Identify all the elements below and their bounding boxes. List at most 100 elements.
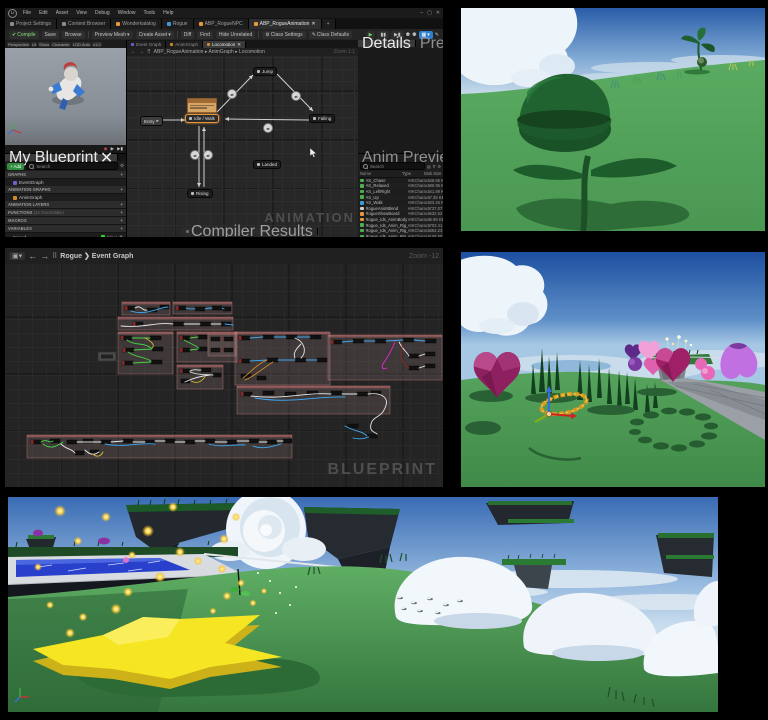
asset-row[interactable]: Rogue_Ids_Anim_Rig_RHIKCharacte…108.58 K…: [358, 234, 443, 237]
state-idle-walk[interactable]: Idle / Walk: [185, 114, 219, 123]
asset-row[interactable]: AS_UpHIKCharacte…7.35 KB: [358, 194, 443, 200]
add-function-icon[interactable]: +: [121, 210, 123, 215]
viewport-show-button[interactable]: Show: [38, 42, 50, 47]
variables-section-header[interactable]: VARIABLES+: [5, 225, 126, 233]
new-tab-button[interactable]: +: [322, 19, 336, 29]
menu-help[interactable]: Help: [161, 10, 175, 16]
asset-row[interactable]: RogueAnimBlendHIKCharacte…737.07 KB: [358, 206, 443, 212]
transition-rising-idle[interactable]: ⇄: [203, 150, 213, 160]
save-button[interactable]: Save: [42, 31, 59, 39]
filter-icon[interactable]: ∇: [433, 164, 436, 169]
class-settings-button[interactable]: ⚙Class Settings: [262, 31, 305, 39]
breadcrumb[interactable]: Rogue ❯ Event Graph: [60, 252, 133, 260]
state-machine-graph[interactable]: Entry▸ Idle / Walk Jump Falling Landed R…: [127, 56, 359, 237]
compile-button[interactable]: ✔Compile: [9, 31, 39, 39]
graphs-section-header[interactable]: GRAPHS+: [5, 171, 126, 179]
viewport-star-scene[interactable]: [8, 497, 718, 712]
create-asset-button[interactable]: Create Asset▾: [136, 31, 174, 39]
add-variable-icon[interactable]: +: [121, 226, 123, 231]
preview-scene-settings-tab[interactable]: Preview Scene Se…: [416, 40, 443, 47]
details-tab[interactable]: Details: [358, 40, 416, 47]
transition-idle-rising[interactable]: ⇄: [190, 150, 200, 160]
back-icon[interactable]: ←: [28, 251, 37, 261]
eject-person-icon[interactable]: ⚉: [412, 32, 416, 38]
menu-asset[interactable]: Asset: [54, 10, 71, 16]
eventgraph-item[interactable]: EventGraph: [5, 179, 126, 186]
close-icon[interactable]: ✕: [436, 10, 440, 16]
add-button[interactable]: + Add: [7, 163, 24, 170]
asset-row[interactable]: AS_WalkHIKCharacte…33.46 KB: [358, 200, 443, 206]
maximize-icon[interactable]: ▢: [427, 10, 432, 16]
animation-graphs-section-header[interactable]: ANIMATION GRAPHS+: [5, 186, 126, 194]
back-icon[interactable]: ←: [131, 49, 136, 55]
state-jump[interactable]: Jump: [253, 67, 277, 76]
to-end-icon[interactable]: ▶▮: [117, 146, 123, 152]
transition-jump-falling[interactable]: ⇄: [291, 91, 301, 101]
settings-gear-icon[interactable]: ⚙: [120, 163, 124, 169]
menu-debug[interactable]: Debug: [93, 10, 112, 16]
asset-row[interactable]: AS_ChaseHIKCharacte…46.55 KB: [358, 178, 443, 184]
add-macro-icon[interactable]: +: [121, 218, 123, 223]
event-graph-canvas[interactable]: BLUEPRINT: [5, 264, 443, 487]
viewport-character-button[interactable]: Character: [51, 42, 71, 47]
forward-icon[interactable]: →: [40, 251, 49, 261]
tab-animgraph[interactable]: AnimGraph: [166, 41, 203, 48]
state-rising[interactable]: Rising: [187, 189, 213, 198]
add-graph-icon[interactable]: +: [121, 172, 123, 177]
find-button[interactable]: Find: [197, 31, 213, 39]
asset-row[interactable]: Rogue_Ids_AnimBodyHIKCharacte…6.99 KB: [358, 217, 443, 223]
tab-event-graph[interactable]: Event Graph: [127, 41, 166, 48]
tab-content-browser[interactable]: Content Browser: [57, 19, 111, 29]
add-animgraph-icon[interactable]: +: [121, 187, 123, 192]
tab-project-settings[interactable]: Project Settings: [5, 19, 57, 29]
state-landed[interactable]: Landed: [253, 160, 281, 169]
entry-node[interactable]: Entry▸: [140, 116, 163, 126]
preview-mesh-button[interactable]: Preview Mesh▾: [92, 31, 133, 39]
visibility-eye-icon[interactable]: ◉: [119, 234, 123, 237]
browse-button[interactable]: Browse: [62, 31, 85, 39]
macros-section-header[interactable]: MACROS+: [5, 217, 126, 225]
transition-falling-idle[interactable]: ⇄: [263, 123, 273, 133]
diff-button[interactable]: Diff: [181, 31, 194, 39]
menu-file[interactable]: File: [21, 10, 33, 16]
unreal-logo-icon[interactable]: U: [8, 9, 17, 18]
variable-row-speed[interactable]: SpeedFloat◉: [5, 233, 126, 237]
tab-wonderkatalog[interactable]: Wonderkatalog: [111, 19, 162, 29]
tab-locomotion[interactable]: Locomotion✕: [203, 41, 246, 48]
tab-abp-rogue-animation[interactable]: ABP_RogueAnimation✕: [249, 19, 322, 29]
my-blueprint-search-input[interactable]: Search: [26, 162, 118, 170]
viewport-lit-button[interactable]: Lit: [31, 42, 37, 47]
graph-menu-icon[interactable]: ▣▾: [9, 252, 25, 260]
anim-preview-editor-tab[interactable]: Anim Preview Ed…: [358, 154, 443, 161]
tab-abp-rogue-npc[interactable]: ABP_RogueNPC: [194, 19, 249, 29]
viewport-hearts-scene[interactable]: [461, 252, 765, 487]
viewport-lod-button[interactable]: LOD Auto: [72, 42, 91, 47]
compiler-results-tab[interactable]: Compiler Results: [182, 228, 318, 235]
asset-search-input[interactable]: Search: [360, 162, 425, 170]
transition-idle-jump[interactable]: ⇄: [227, 89, 237, 99]
hide-unrelated-button[interactable]: Hide Unrelated: [216, 31, 255, 39]
viewport-plant-scene[interactable]: [461, 8, 765, 231]
menu-view[interactable]: View: [74, 10, 89, 16]
asset-row[interactable]: RogueShowBoardHIKCharacte…532.62 KB: [358, 211, 443, 217]
class-defaults-button[interactable]: ✎Class Defaults: [309, 31, 352, 39]
viewport-perspective-button[interactable]: Perspective: [7, 42, 30, 47]
state-falling[interactable]: Falling: [309, 114, 335, 123]
viewport-speed-button[interactable]: x1.0: [92, 42, 102, 47]
tab-close-icon[interactable]: ✕: [237, 42, 241, 48]
my-blueprint-tab[interactable]: My Blueprint✕: [5, 154, 118, 161]
forward-icon[interactable]: →: [139, 49, 144, 55]
tab-close-icon[interactable]: ✕: [311, 21, 315, 27]
asset-row[interactable]: Rogue_Ids_Anim_Rig_RHIKCharacte…703.41 K…: [358, 222, 443, 228]
menu-tools[interactable]: Tools: [141, 10, 157, 16]
folder-icon[interactable]: ▤: [427, 164, 431, 169]
settings-gear-icon[interactable]: ⚙: [437, 164, 441, 169]
minimize-icon[interactable]: –: [420, 10, 423, 16]
tab-rogue[interactable]: Rogue: [162, 19, 194, 29]
animgraph-item[interactable]: AnimGraph: [5, 194, 126, 201]
asset-row[interactable]: Rogue_Ids_Anim_Rig_RHIKCharacte…354.23 K…: [358, 228, 443, 234]
asset-row[interactable]: AS_RelaxedHIKCharacte…86.95 KB: [358, 183, 443, 189]
functions-section-header[interactable]: FUNCTIONS (24 Overridable)+: [5, 209, 126, 217]
menu-edit[interactable]: Edit: [37, 10, 50, 16]
breadcrumb[interactable]: ABP_RogueAnimation ▸ AnimGraph ▸ Locomot…: [154, 49, 265, 55]
